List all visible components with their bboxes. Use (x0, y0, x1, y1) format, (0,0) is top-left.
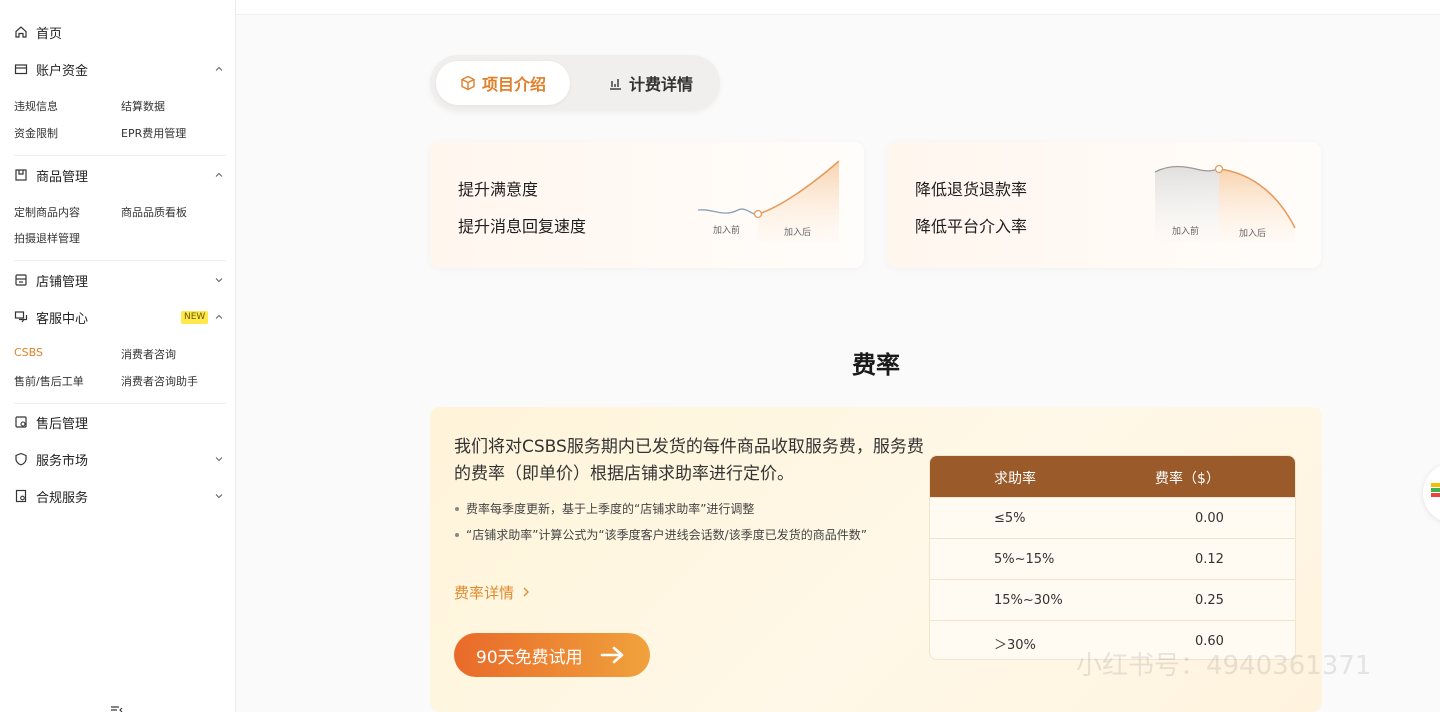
chevron-up-icon[interactable] (211, 167, 227, 183)
sidebar-item-work-orders[interactable]: 售前/售后工单 (14, 373, 84, 389)
table-row: 5%~15% 0.12 (930, 538, 1295, 579)
after-label: 加入后 (784, 227, 811, 238)
box-icon (14, 168, 28, 182)
table-cell-range: ≤5% (994, 511, 1026, 526)
after-sales-icon (14, 415, 28, 429)
sidebar-item-consumer-inquiry[interactable]: 消费者咨询 (121, 346, 176, 362)
home-icon (14, 25, 28, 39)
nav-shop[interactable]: 店铺管理 (14, 268, 227, 292)
tab-billing-details-label: 计费详情 (628, 75, 693, 94)
rate-table: 求助率 费率（$） ≤5% 0.00 5%~15% 0.12 15%~30% 0… (929, 455, 1296, 660)
divider (14, 155, 226, 156)
table-row: ≤5% 0.00 (930, 497, 1295, 538)
trend-up-illustration: 加入前 加入后 (698, 160, 840, 242)
tab-billing-details[interactable]: 计费详情 (590, 61, 710, 105)
nav-account[interactable]: 账户资金 (14, 57, 227, 81)
sidebar: 首页 账户资金 违规信息 结算数据 资金限制 EPR费用管理 商品管理 定制商品… (0, 0, 236, 712)
collapse-sidebar-icon[interactable] (110, 700, 124, 712)
nav-goods-label: 商品管理 (36, 169, 89, 185)
watermark: 小红书号：4940361371 (1076, 651, 1372, 681)
table-cell-range: ＞30% (994, 638, 1036, 653)
nav-service-label: 客服中心 (36, 311, 89, 327)
sidebar-item-custom-goods[interactable]: 定制商品内容 (14, 204, 80, 220)
table-cell-fee: 0.12 (1195, 552, 1224, 567)
benefit-line: 提升消息回复速度 (458, 217, 587, 236)
table-cell-range: 15%~30% (994, 593, 1063, 608)
nav-account-label: 账户资金 (36, 63, 89, 79)
nav-home[interactable]: 首页 (14, 20, 227, 44)
rate-detail-link[interactable]: 费率详情 (454, 582, 531, 603)
rate-table-header: 求助率 费率（$） (930, 456, 1295, 497)
header-fee: 费率（$） (1155, 471, 1220, 487)
store-icon (14, 273, 28, 287)
chevron-right-icon (523, 587, 529, 597)
sidebar-item-fund-limit[interactable]: 资金限制 (14, 125, 58, 141)
wallet-icon (14, 62, 28, 76)
benefit-line: 降低退货退款率 (915, 180, 1028, 199)
arrow-right-icon (600, 646, 624, 664)
nav-market[interactable]: 服务市场 (14, 447, 227, 471)
document-icon (14, 489, 28, 503)
chevron-down-icon[interactable] (211, 451, 227, 467)
table-cell-fee: 0.00 (1195, 511, 1224, 526)
tab-project-intro-label: 项目介绍 (481, 75, 546, 94)
before-label: 加入前 (1172, 225, 1199, 237)
sidebar-item-csbs[interactable]: CSBS (14, 346, 43, 359)
new-badge: NEW (181, 311, 209, 324)
rate-description: 我们将对CSBS服务期内已发货的每件商品收取服务费，服务费的费率（即单价）根据店… (454, 437, 924, 484)
cube-icon (461, 75, 475, 91)
sidebar-item-sample-return[interactable]: 拍摄退样管理 (14, 230, 80, 246)
nav-home-label: 首页 (36, 26, 63, 42)
benefit-card-satisfaction: 提升满意度 提升消息回复速度 加入前 加入后 (430, 142, 864, 268)
chevron-up-icon[interactable] (211, 309, 227, 325)
divider (14, 403, 226, 404)
sidebar-item-inquiry-assistant[interactable]: 消费者咨询助手 (121, 373, 198, 389)
tab-project-intro[interactable]: 项目介绍 (436, 61, 570, 105)
sidebar-item-quality-board[interactable]: 商品品质看板 (121, 204, 187, 220)
nav-compliance-label: 合规服务 (36, 490, 89, 506)
chevron-down-icon[interactable] (211, 488, 227, 504)
chat-icon (14, 310, 28, 324)
nav-shop-label: 店铺管理 (36, 274, 89, 290)
table-row: 15%~30% 0.25 (930, 579, 1295, 620)
floating-widget[interactable] (1423, 463, 1440, 523)
before-label: 加入前 (713, 224, 740, 236)
sidebar-item-violations[interactable]: 违规信息 (14, 98, 58, 114)
bar-chart-icon (609, 79, 621, 90)
free-trial-button-label: 90天免费试用 (476, 647, 583, 668)
rate-bullet: “店铺求助率”计算公式为“该季度客户进线会话数/该季度已发货的商品件数” (454, 526, 904, 544)
top-bar (236, 0, 1440, 15)
shield-icon (14, 452, 28, 466)
colorful-app-icon (1431, 483, 1440, 497)
rate-detail-link-label: 费率详情 (454, 584, 515, 602)
nav-compliance[interactable]: 合规服务 (14, 484, 227, 508)
trend-down-illustration: 加入前 加入后 (1155, 164, 1296, 242)
main-content: 项目介绍 计费详情 提升满意度 提升消息回复速度 加入前 加入后 降低退货退款率… (236, 0, 1440, 712)
table-cell-range: 5%~15% (994, 552, 1055, 567)
table-cell-fee: 0.25 (1195, 593, 1224, 608)
after-label: 加入后 (1239, 228, 1266, 239)
benefit-line: 提升满意度 (458, 180, 539, 199)
sidebar-item-settlement[interactable]: 结算数据 (121, 98, 165, 114)
sidebar-item-epr[interactable]: EPR费用管理 (121, 125, 186, 141)
divider (14, 260, 226, 261)
benefit-card-refund: 降低退货退款率 降低平台介入率 加入前 加入后 (887, 142, 1321, 268)
chevron-down-icon[interactable] (211, 272, 227, 288)
free-trial-button[interactable]: 90天免费试用 (454, 633, 650, 677)
header-help-rate: 求助率 (994, 471, 1036, 487)
nav-goods[interactable]: 商品管理 (14, 163, 227, 187)
nav-market-label: 服务市场 (36, 453, 89, 469)
section-title: 费率 (852, 351, 900, 379)
rate-bullet: 费率每季度更新，基于上季度的“店铺求助率”进行调整 (454, 500, 904, 518)
nav-after-sales-label: 售后管理 (36, 416, 89, 432)
nav-after-sales[interactable]: 售后管理 (14, 410, 227, 434)
chevron-up-icon[interactable] (211, 61, 227, 77)
benefit-line: 降低平台介入率 (915, 217, 1028, 236)
tab-bar: 项目介绍 计费详情 (430, 55, 720, 111)
